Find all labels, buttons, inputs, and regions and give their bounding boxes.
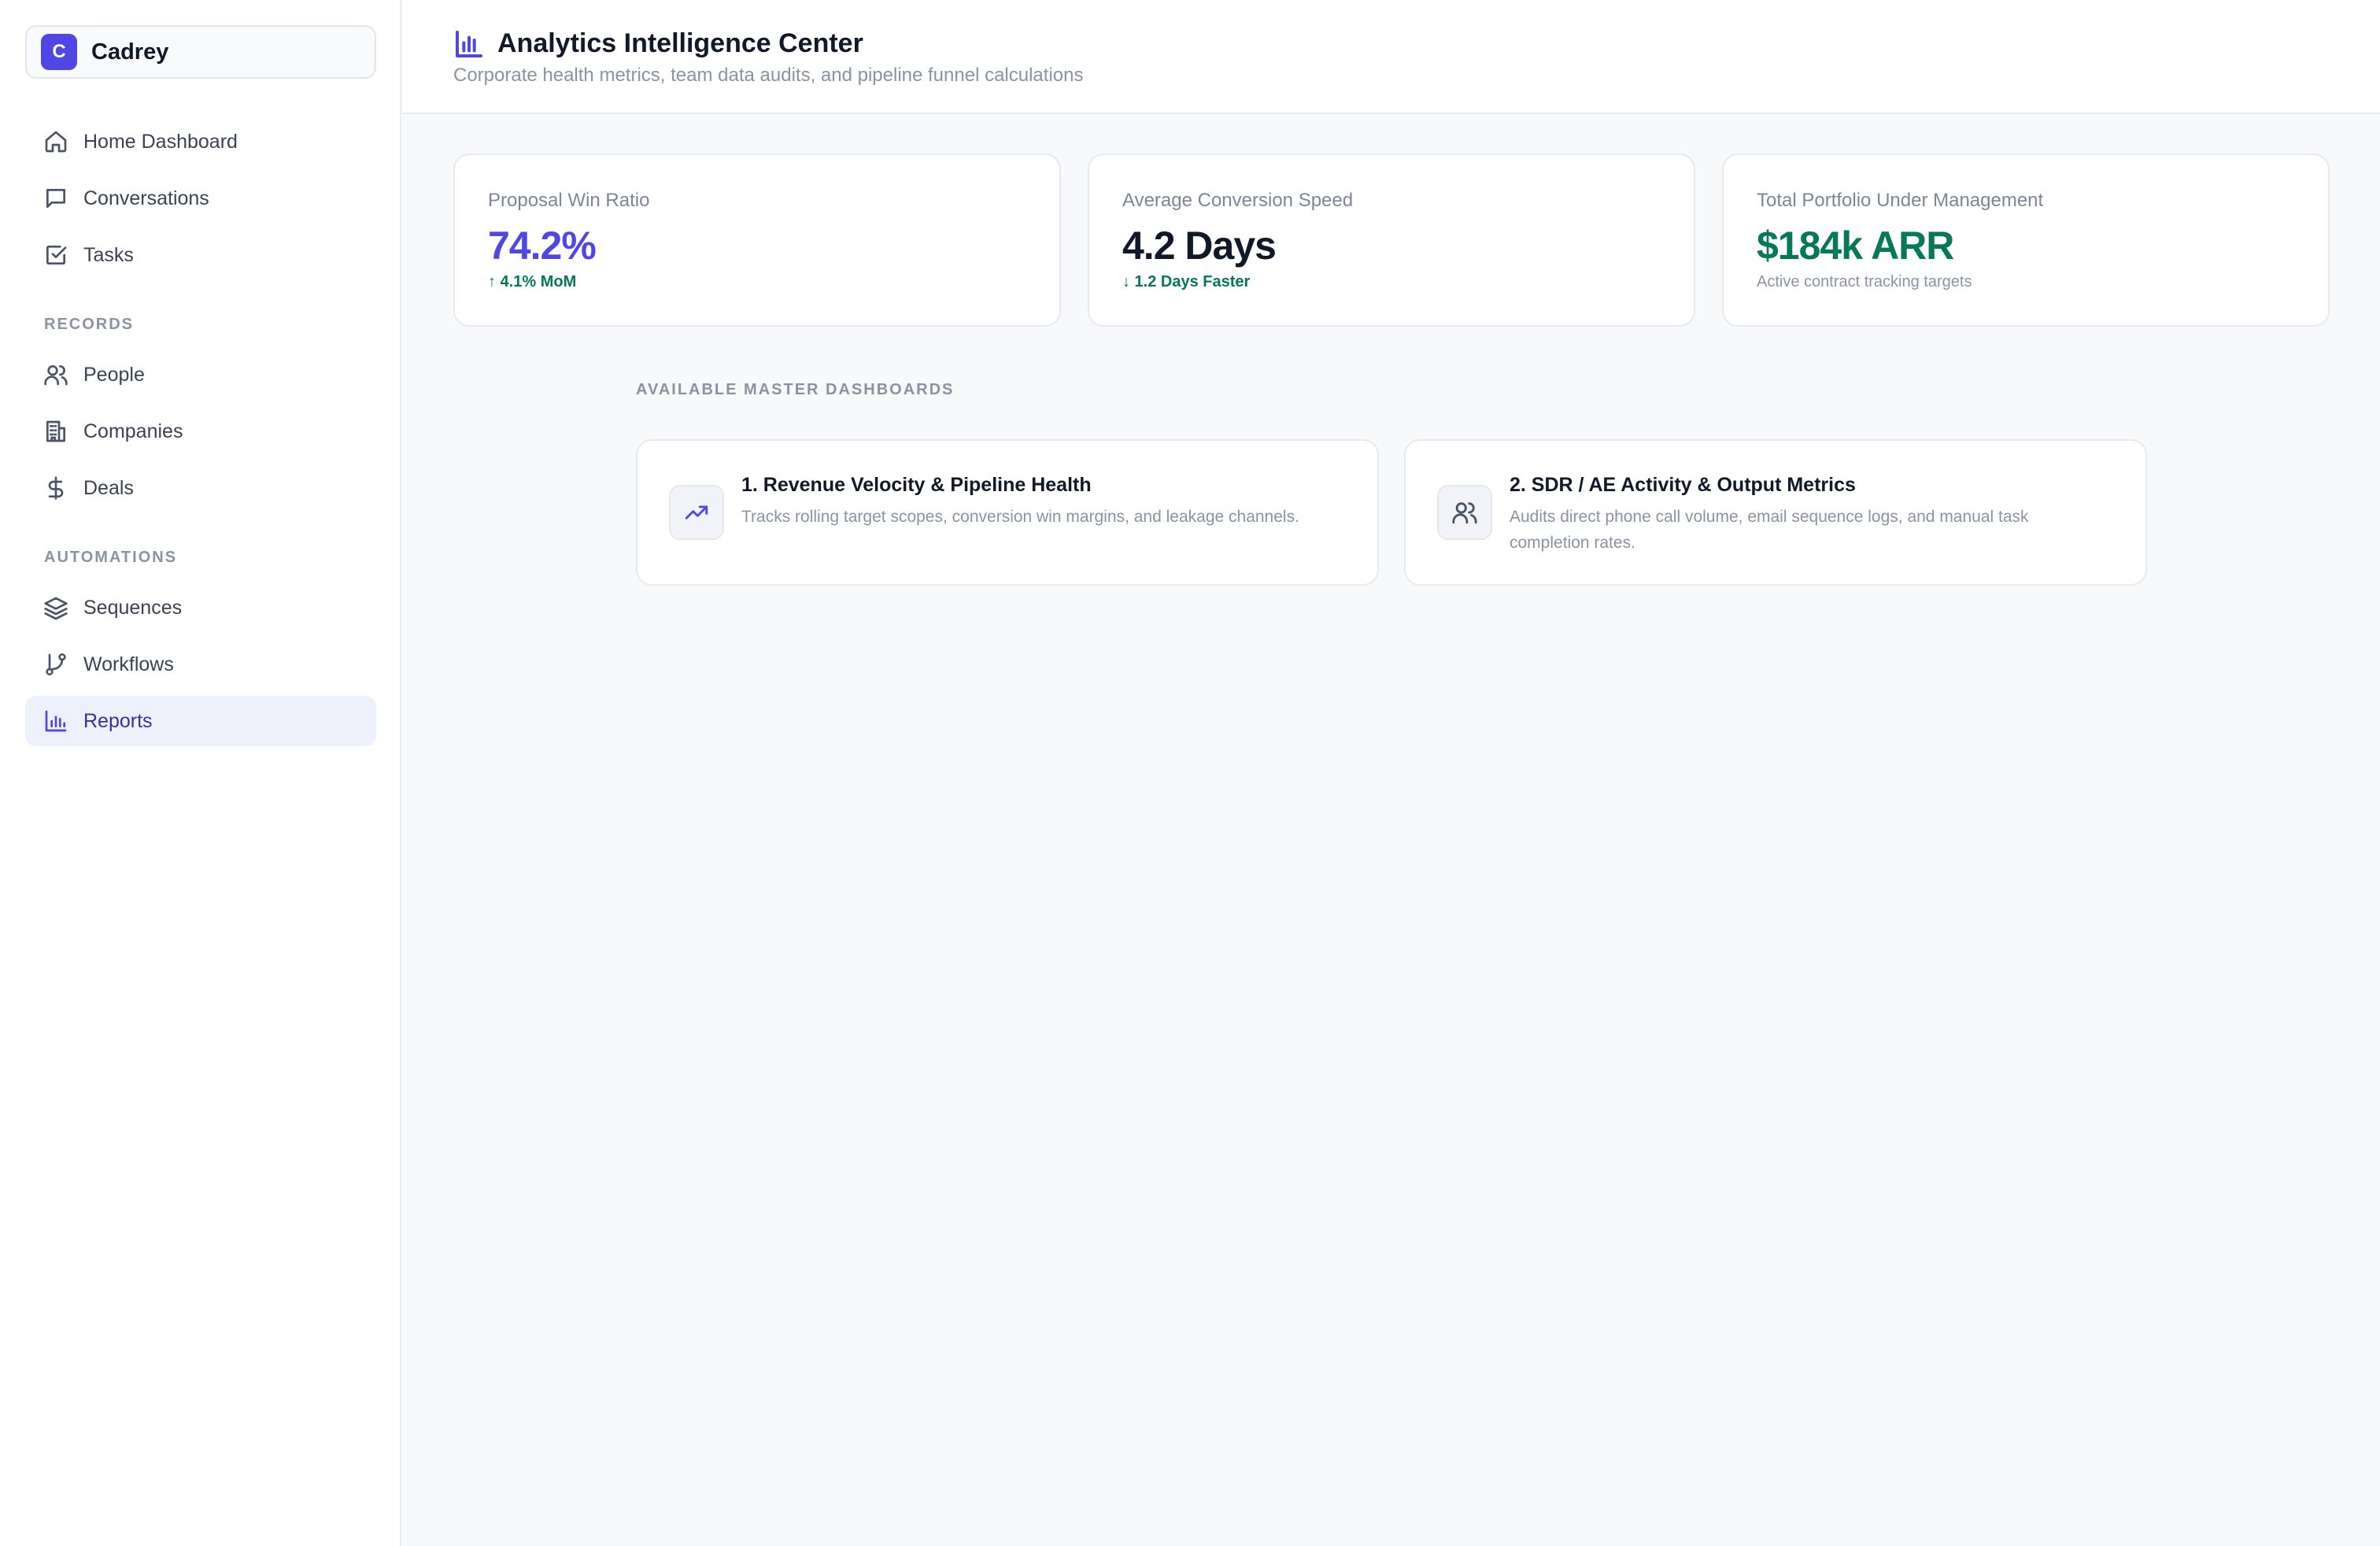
bar-chart-icon xyxy=(453,28,485,60)
sidebar-item-workflows[interactable]: Workflows xyxy=(25,639,376,690)
sidebar-item-conversations[interactable]: Conversations xyxy=(25,173,376,224)
sidebar-item-deals[interactable]: Deals xyxy=(25,463,376,513)
page-title: Analytics Intelligence Center xyxy=(497,28,863,58)
task-check-icon xyxy=(42,242,69,268)
workspace-switcher[interactable]: C Cadrey xyxy=(25,25,376,79)
kpi-card-total-portfolio: Total Portfolio Under Management $184k A… xyxy=(1722,153,2330,327)
sidebar-item-label: Reports xyxy=(83,709,153,732)
home-icon xyxy=(42,128,69,155)
sidebar-item-reports[interactable]: Reports xyxy=(25,696,376,746)
sidebar-item-label: Sequences xyxy=(83,596,183,619)
section-label-records: RECORDS xyxy=(44,316,135,333)
sidebar-item-label: Tasks xyxy=(83,243,134,266)
dashboard-card-description: Tracks rolling target scopes, conversion… xyxy=(741,508,1299,526)
kpi-card-proposal-win-ratio: Proposal Win Ratio 74.2% ↑ 4.1% MoM xyxy=(453,153,1061,327)
kpi-value: 4.2 Days xyxy=(1122,224,1277,268)
sidebar-item-label: Companies xyxy=(83,420,183,442)
sidebar-item-label: People xyxy=(83,363,145,386)
brand-name: Cadrey xyxy=(91,39,169,65)
dashboard-card-sdr-ae-activity[interactable]: 2. SDR / AE Activity & Output Metrics Au… xyxy=(1404,439,2147,586)
page-subtitle: Corporate health metrics, team data audi… xyxy=(453,65,1084,86)
sidebar-item-companies[interactable]: Companies xyxy=(25,406,376,457)
kpi-trend: ↓ 1.2 Days Faster xyxy=(1122,273,1251,290)
kpi-label: Proposal Win Ratio xyxy=(488,190,650,211)
bar-chart-icon xyxy=(42,708,69,734)
trending-up-icon xyxy=(669,485,724,540)
building-icon xyxy=(42,418,69,445)
kpi-label: Average Conversion Speed xyxy=(1122,190,1354,211)
main-content: Analytics Intelligence Center Corporate … xyxy=(403,0,2380,1546)
dashboard-card-revenue-velocity[interactable]: 1. Revenue Velocity & Pipeline Health Tr… xyxy=(636,439,1379,586)
app-root: C Cadrey Home Dashboard Conversations Ta… xyxy=(0,0,2380,1546)
kpi-label: Total Portfolio Under Management xyxy=(1757,190,2044,211)
message-icon xyxy=(42,185,69,212)
layers-icon xyxy=(42,594,69,621)
kpi-caption: Active contract tracking targets xyxy=(1757,273,1972,290)
dashboard-card-description: Audits direct phone call volume, email s… xyxy=(1510,508,2029,552)
sidebar-item-home-dashboard[interactable]: Home Dashboard xyxy=(25,117,376,167)
brand-logo: C xyxy=(41,34,77,70)
dollar-icon xyxy=(42,475,69,501)
kpi-trend: ↑ 4.1% MoM xyxy=(488,273,577,290)
sidebar-item-label: Deals xyxy=(83,476,134,499)
dashboard-card-title: 1. Revenue Velocity & Pipeline Health xyxy=(741,474,1092,496)
sidebar-item-label: Conversations xyxy=(83,187,209,209)
sidebar-item-label: Workflows xyxy=(83,653,174,675)
dashboards-section-label: AVAILABLE MASTER DASHBOARDS xyxy=(636,381,955,398)
kpi-card-average-conversion-speed: Average Conversion Speed 4.2 Days ↓ 1.2 … xyxy=(1088,153,1695,327)
kpi-value: 74.2% xyxy=(488,224,597,268)
sidebar-item-label: Home Dashboard xyxy=(83,130,238,153)
dashboard-card-title: 2. SDR / AE Activity & Output Metrics xyxy=(1510,474,1856,496)
sidebar-item-tasks[interactable]: Tasks xyxy=(25,230,376,280)
section-label-automations: AUTOMATIONS xyxy=(44,549,178,566)
people-icon xyxy=(1437,485,1492,540)
people-icon xyxy=(42,361,69,388)
page-header: Analytics Intelligence Center Corporate … xyxy=(403,0,2380,114)
git-branch-icon xyxy=(42,651,69,678)
sidebar-item-sequences[interactable]: Sequences xyxy=(25,583,376,633)
kpi-value: $184k ARR xyxy=(1757,224,1954,268)
sidebar: C Cadrey Home Dashboard Conversations Ta… xyxy=(0,0,401,1546)
sidebar-item-people[interactable]: People xyxy=(25,350,376,400)
